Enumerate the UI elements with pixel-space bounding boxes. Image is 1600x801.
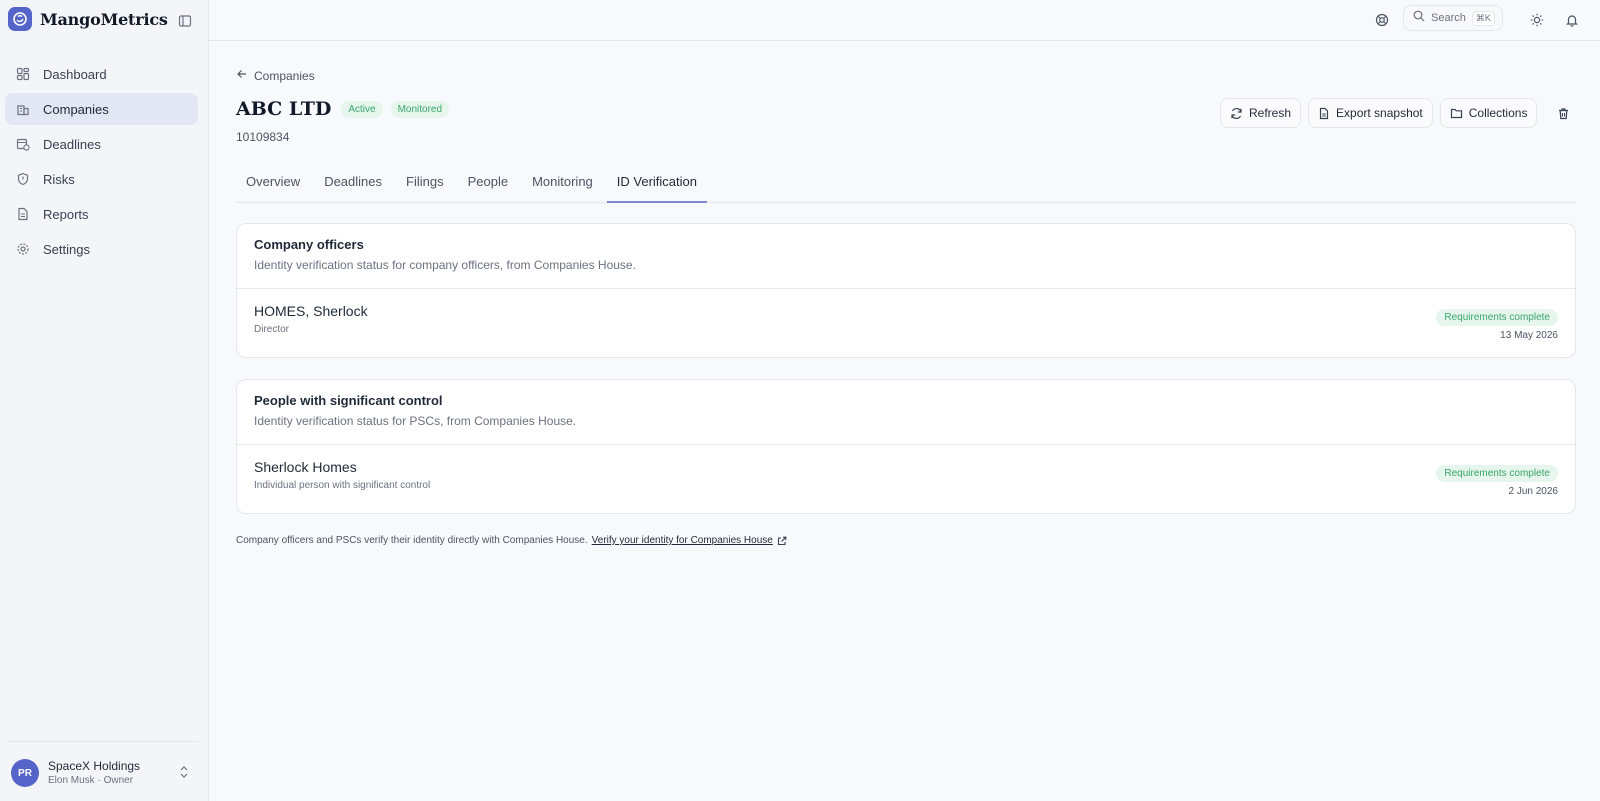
back-to-companies-link[interactable]: Companies bbox=[236, 68, 315, 83]
tab-monitoring[interactable]: Monitoring bbox=[522, 167, 603, 203]
officer-role: Director bbox=[254, 324, 290, 335]
tab-people[interactable]: People bbox=[458, 167, 518, 203]
collections-button[interactable]: Collections bbox=[1439, 98, 1538, 128]
psc-card: People with significant control Identity… bbox=[236, 379, 1576, 514]
sidebar-nav: Dashboard Companies Deadlines Risks Repo… bbox=[5, 58, 198, 268]
user-role: Elon Musk · Owner bbox=[48, 775, 134, 786]
psc-name: Sherlock Homes bbox=[254, 459, 357, 475]
sidebar-divider bbox=[6, 741, 199, 742]
support-icon[interactable] bbox=[1371, 9, 1393, 31]
sidebar-toggle-icon[interactable] bbox=[176, 12, 194, 30]
search-icon bbox=[1413, 9, 1425, 27]
search-label: Search bbox=[1431, 12, 1466, 24]
monitored-badge: Monitored bbox=[390, 100, 450, 118]
dashboard-icon bbox=[15, 66, 31, 82]
refresh-label: Refresh bbox=[1249, 106, 1292, 120]
verification-status-badge: Requirements complete bbox=[1436, 465, 1558, 482]
card-title: People with significant control bbox=[254, 393, 443, 408]
trash-icon[interactable] bbox=[1552, 102, 1574, 124]
footnote: Company officers and PSCs verify their i… bbox=[236, 535, 787, 546]
card-description: Identity verification status for company… bbox=[254, 258, 636, 272]
export-snapshot-button[interactable]: Export snapshot bbox=[1308, 98, 1433, 128]
company-number: 10109834 bbox=[236, 130, 290, 144]
verify-identity-link[interactable]: Verify your identity for Companies House bbox=[592, 535, 773, 546]
sidebar-item-label: Companies bbox=[43, 101, 109, 117]
chevron-up-down-icon bbox=[179, 765, 189, 784]
shield-icon bbox=[15, 171, 31, 187]
sidebar-item-risks[interactable]: Risks bbox=[5, 163, 198, 195]
back-label: Companies bbox=[254, 68, 315, 83]
app-name: MangoMetrics bbox=[40, 9, 168, 29]
list-item: HOMES, Sherlock Director Requirements co… bbox=[237, 289, 1575, 357]
verification-date: 2 Jun 2026 bbox=[1508, 486, 1559, 497]
sidebar-item-label: Dashboard bbox=[43, 66, 107, 82]
card-title: Company officers bbox=[254, 237, 364, 252]
gear-icon bbox=[15, 241, 31, 257]
building-icon bbox=[15, 101, 31, 117]
brand[interactable]: MangoMetrics bbox=[8, 6, 168, 32]
account-switcher[interactable]: PR SpaceX Holdings Elon Musk · Owner bbox=[11, 758, 197, 788]
status-badge: Active bbox=[341, 100, 383, 118]
officer-name: HOMES, Sherlock bbox=[254, 303, 368, 319]
company-header: ABC LTD Active Monitored bbox=[236, 98, 450, 120]
collections-label: Collections bbox=[1468, 106, 1528, 120]
sidebar-item-label: Settings bbox=[43, 241, 90, 257]
export-label: Export snapshot bbox=[1336, 106, 1423, 120]
sidebar-item-deadlines[interactable]: Deadlines bbox=[5, 128, 198, 160]
sidebar-item-companies[interactable]: Companies bbox=[5, 93, 198, 125]
page-actions: Refresh Export snapshot Collections bbox=[1220, 98, 1574, 128]
arrow-left-icon bbox=[236, 68, 248, 83]
avatar: PR bbox=[11, 759, 39, 787]
page-title: ABC LTD bbox=[236, 98, 332, 120]
search-shortcut: ⌘K bbox=[1471, 10, 1495, 26]
file-text-icon bbox=[15, 206, 31, 222]
org-name: SpaceX Holdings bbox=[48, 759, 141, 773]
verification-date: 13 May 2026 bbox=[1500, 330, 1558, 341]
company-tabs: Overview Deadlines Filings People Monito… bbox=[236, 167, 1576, 203]
sidebar-item-label: Deadlines bbox=[43, 136, 101, 152]
footnote-text: Company officers and PSCs verify their i… bbox=[236, 535, 588, 546]
external-link-icon bbox=[777, 536, 787, 546]
tab-overview[interactable]: Overview bbox=[236, 167, 310, 203]
list-item: Sherlock Homes Individual person with si… bbox=[237, 445, 1575, 513]
verification-status-badge: Requirements complete bbox=[1436, 309, 1558, 326]
theme-toggle-icon[interactable] bbox=[1526, 9, 1548, 31]
sidebar-item-label: Risks bbox=[43, 171, 75, 187]
topbar: Search ⌘K bbox=[209, 0, 1600, 41]
sidebar: MangoMetrics Dashboard Companies Deadlin… bbox=[0, 0, 209, 801]
sidebar-item-reports[interactable]: Reports bbox=[5, 198, 198, 230]
tab-id-verification[interactable]: ID Verification bbox=[606, 167, 707, 203]
folder-icon bbox=[1450, 107, 1463, 119]
file-icon bbox=[1318, 107, 1330, 120]
bell-icon[interactable] bbox=[1561, 9, 1583, 31]
officers-card: Company officers Identity verification s… bbox=[236, 223, 1576, 358]
search-button[interactable]: Search ⌘K bbox=[1403, 5, 1503, 31]
tab-deadlines[interactable]: Deadlines bbox=[314, 167, 392, 203]
tab-filings[interactable]: Filings bbox=[396, 167, 454, 203]
refresh-icon bbox=[1230, 107, 1243, 120]
sidebar-item-label: Reports bbox=[43, 206, 89, 222]
mango-logo-icon bbox=[8, 7, 32, 31]
card-description: Identity verification status for PSCs, f… bbox=[254, 414, 577, 428]
sidebar-item-dashboard[interactable]: Dashboard bbox=[5, 58, 198, 90]
psc-kind: Individual person with significant contr… bbox=[254, 480, 431, 491]
sidebar-item-settings[interactable]: Settings bbox=[5, 233, 198, 265]
calendar-clock-icon bbox=[15, 136, 31, 152]
refresh-button[interactable]: Refresh bbox=[1220, 98, 1302, 128]
